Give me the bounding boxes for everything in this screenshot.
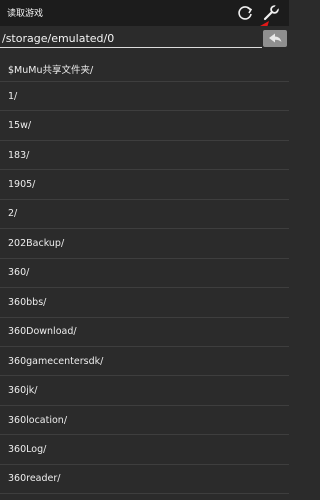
folder-row[interactable]: 360location/ <box>0 406 289 436</box>
folder-row[interactable]: 183/ <box>0 141 289 171</box>
path-input[interactable]: /storage/emulated/0 <box>2 32 114 45</box>
folder-name: 202Backup/ <box>8 237 65 249</box>
folder-row[interactable]: 2/ <box>0 200 289 230</box>
folder-name: $MuMu共享文件夹/ <box>8 64 94 76</box>
folder-name: 360Log/ <box>8 443 47 455</box>
folder-name: 15w/ <box>8 120 32 132</box>
folder-row[interactable]: 360reader/ <box>0 465 289 495</box>
folder-row[interactable]: 360gamecentersdk/ <box>0 347 289 377</box>
folder-name: 183/ <box>8 149 30 161</box>
folder-name: 360jk/ <box>8 385 38 397</box>
folder-name: 360bbs/ <box>8 296 47 308</box>
back-arrow-icon <box>269 33 282 43</box>
back-button[interactable] <box>263 30 287 47</box>
folder-row[interactable]: 360Log/ <box>0 435 289 465</box>
folder-name: 360Download/ <box>8 326 77 338</box>
folder-row[interactable]: 202Backup/ <box>0 229 289 259</box>
folder-row[interactable]: 1905/ <box>0 170 289 200</box>
folder-name: 360location/ <box>8 414 68 426</box>
folder-row[interactable]: 360bbs/ <box>0 288 289 318</box>
folder-name: 2/ <box>8 208 18 220</box>
folder-row[interactable]: 1/ <box>0 82 289 112</box>
folder-list: $MuMu共享文件夹/1/15w/183/1905/2/202Backup/36… <box>0 56 289 495</box>
folder-name: 360/ <box>8 267 30 279</box>
path-underline <box>0 47 262 48</box>
folder-row[interactable]: 15w/ <box>0 111 289 141</box>
folder-name: 360reader/ <box>8 473 61 485</box>
folder-row[interactable]: 360/ <box>0 259 289 289</box>
app-title: 读取游戏 <box>7 9 44 19</box>
folder-row[interactable]: 360jk/ <box>0 376 289 406</box>
folder-name: 1/ <box>8 90 18 102</box>
folder-name: 360gamecentersdk/ <box>8 355 104 367</box>
folder-name: 1905/ <box>8 179 36 191</box>
folder-row[interactable]: $MuMu共享文件夹/ <box>0 56 289 82</box>
folder-row[interactable]: 360Download/ <box>0 318 289 347</box>
